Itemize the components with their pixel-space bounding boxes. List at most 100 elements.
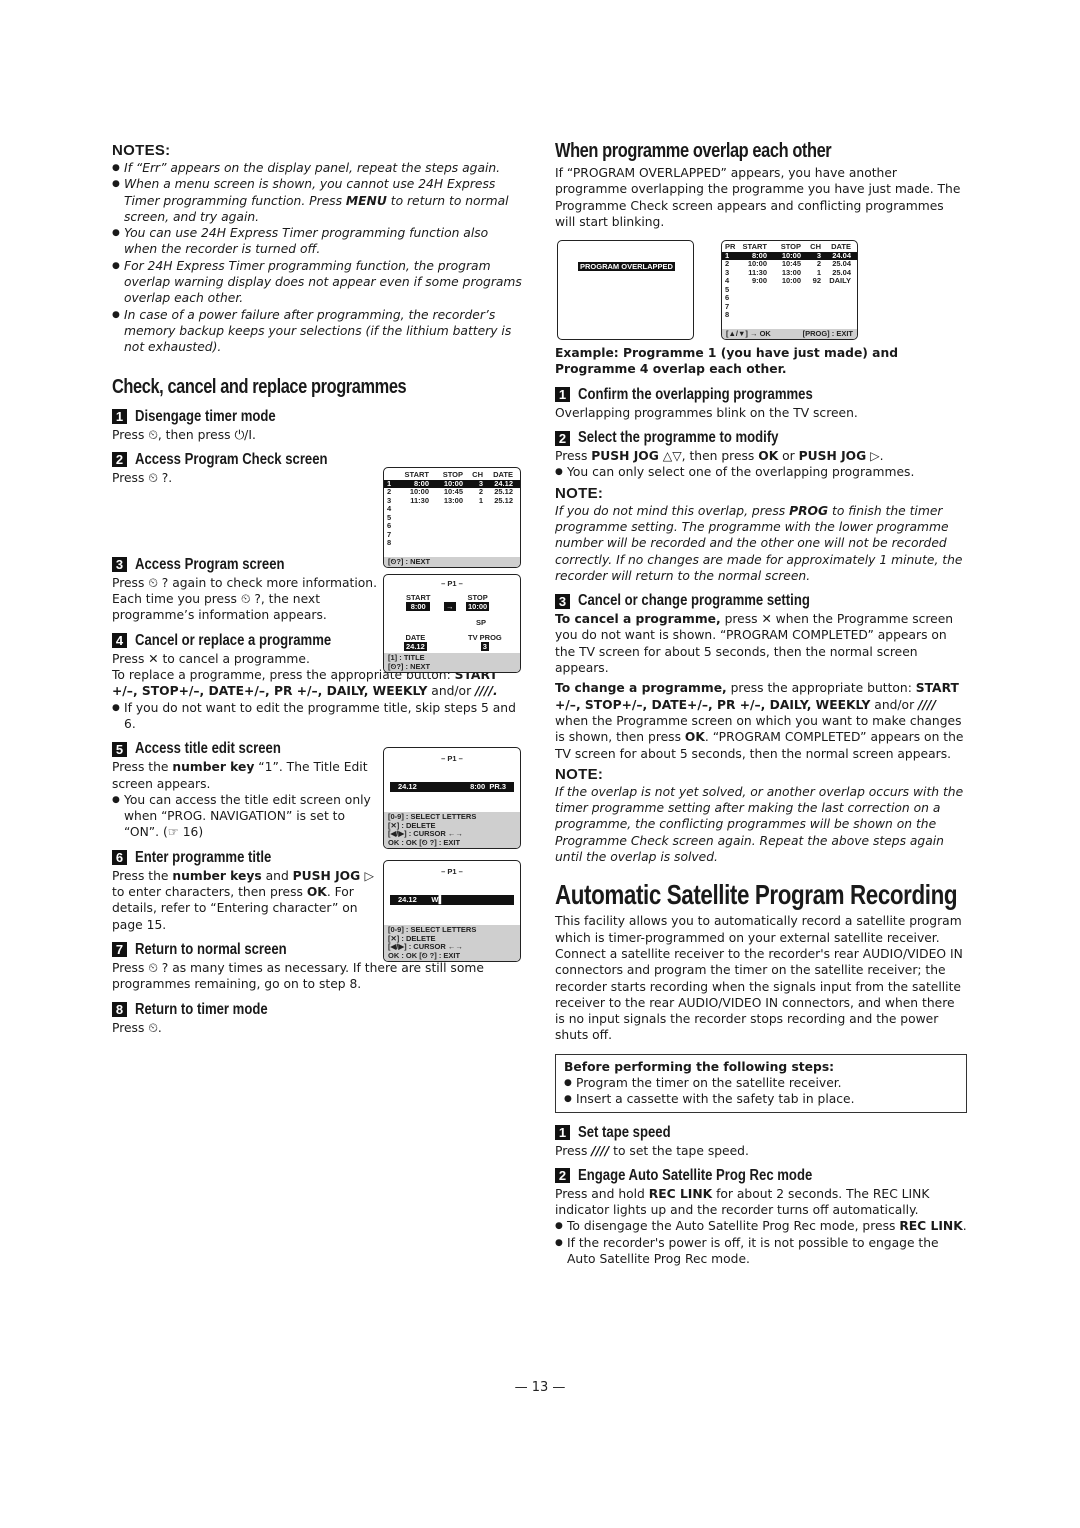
- table-cell: 9:00: [751, 276, 767, 285]
- table-cell: [429, 539, 463, 548]
- screen-footer: [▲/▼] → OK [PROG] : EXIT: [722, 328, 857, 339]
- key-name: OK: [684, 730, 705, 745]
- table-cell: 1: [478, 495, 483, 505]
- note-heading: NOTE:: [555, 484, 604, 502]
- table-row: 4 9:00 10:00 92 DAILY: [722, 276, 857, 286]
- step-title: Cancel or replace a programme: [135, 631, 332, 649]
- bullet-item: To disengage the Auto Satellite Prog Rec…: [555, 1218, 967, 1235]
- table-cell: 8: [725, 310, 730, 319]
- table-row: 6: [722, 293, 857, 303]
- table-row: 4: [384, 504, 520, 514]
- table-cell: [483, 539, 513, 548]
- table-cell: [483, 522, 513, 531]
- key-name: number key: [172, 760, 255, 775]
- step-number: 2: [555, 1168, 570, 1184]
- table-cell: [399, 531, 429, 540]
- table-cell: [801, 286, 821, 295]
- text: to enter characters, then press: [112, 885, 307, 900]
- bullet-item: You can only select one of the overlappi…: [555, 464, 967, 481]
- step-number: 2: [555, 430, 570, 446]
- before-steps-box: Before performing the following steps: P…: [555, 1053, 967, 1113]
- page-number: — 13 —: [514, 1380, 566, 1395]
- overlap-step-2-bullets: You can only select one of the overlappi…: [555, 464, 967, 481]
- program-check-screen: START STOP CH DATE 1 8:00 10:00 3 24.12 2 10:00 10:…: [383, 467, 521, 568]
- bullet-item: Insert a cassette with the safety tab in…: [564, 1091, 958, 1108]
- arrow-icon: →: [444, 602, 456, 611]
- step-1-heading: 1 Disengage timer mode: [112, 407, 524, 427]
- table-cell: [429, 531, 463, 540]
- step-number: 1: [112, 409, 127, 425]
- step-number: 6: [112, 850, 127, 866]
- step-8-heading: 8 Return to timer mode: [112, 1000, 524, 1020]
- screen-footer: [0-9] : SELECT LETTERS [✕] : DELETE [◀/▶…: [384, 925, 520, 961]
- key-name: OK: [306, 885, 327, 900]
- table-cell: [767, 303, 801, 312]
- program-overlapped-label: PROGRAM OVERLAPPED: [578, 262, 675, 271]
- table-cell: [483, 505, 513, 514]
- footer-line: [⏲?] : NEXT: [388, 661, 431, 671]
- step-title: Disengage timer mode: [135, 407, 276, 425]
- step-4-bullets: If you do not want to edit the programme…: [112, 700, 524, 733]
- notes-list: If “Err” appears on the display panel, r…: [112, 160, 524, 356]
- step-number: 1: [555, 387, 570, 403]
- sat-step-1-heading: 1 Set tape speed: [555, 1123, 967, 1143]
- step-number: 3: [555, 593, 570, 609]
- step-title: Engage Auto Satellite Prog Rec mode: [578, 1166, 813, 1184]
- overlap-tv-screen: PROGRAM OVERLAPPED: [557, 240, 694, 340]
- step-5-bullets: You can access the title edit screen onl…: [112, 792, 374, 841]
- table-cell: [399, 539, 429, 548]
- table-row: 6: [384, 521, 520, 531]
- table-cell: [483, 514, 513, 523]
- key-name: PROG: [789, 503, 829, 518]
- text: Press the: [112, 760, 173, 775]
- step-8-text: Press ⏲.: [112, 1020, 162, 1035]
- screen-title: – P1 –: [441, 867, 463, 876]
- screen-footer: [⏲?] : NEXT: [384, 556, 520, 567]
- footer-line: OK : OK [⏲ ?] : EXIT: [388, 837, 461, 847]
- start-value: 8:00: [406, 602, 431, 611]
- step-number: 1: [555, 1125, 570, 1141]
- key-name: REC LINK: [899, 1219, 963, 1234]
- table-cell: [767, 294, 801, 303]
- bullet-item: If the recorder's power is off, it is no…: [555, 1235, 967, 1268]
- text: to set the tape speed.: [609, 1143, 749, 1158]
- note-text: If the overlap is not yet solved, or ano…: [555, 784, 964, 865]
- overlap-step-1-text: Overlapping programmes blink on the TV s…: [555, 405, 858, 420]
- footer-right: [PROG] : EXIT: [802, 328, 853, 338]
- menu-key: MENU: [345, 193, 387, 208]
- date-field: DATE 24.12: [404, 633, 427, 651]
- screen-footer: [0-9] : SELECT LETTERS [✕] : DELETE [◀/▶…: [384, 812, 520, 848]
- table-cell: [399, 505, 429, 514]
- table-cell: [737, 286, 767, 295]
- note-item: For 24H Express Timer programming functi…: [112, 258, 524, 307]
- overlap-check-screen: PR START STOP CH DATE 1 8:00 10:00 3 24.04 2 10:00 1…: [721, 240, 858, 340]
- step-number: 3: [112, 557, 127, 573]
- table-cell: [737, 294, 767, 303]
- table-row: 5: [722, 285, 857, 295]
- notes-heading: NOTES:: [112, 142, 171, 159]
- table-cell: [429, 505, 463, 514]
- title-bar: 24.12 W▌: [390, 895, 514, 905]
- section-title-satellite: Automatic Satellite Program Recording: [555, 879, 958, 911]
- step-number: 4: [112, 633, 127, 649]
- table-cell: [399, 514, 429, 523]
- step-number: 7: [112, 942, 127, 958]
- stop-label: STOP: [467, 593, 488, 602]
- table-row: 7: [722, 302, 857, 312]
- text: press the appropriate button:: [726, 681, 916, 696]
- step-title: Return to timer mode: [135, 1000, 268, 1018]
- step-title: Select the programme to modify: [578, 429, 779, 447]
- text: Press the: [112, 868, 173, 883]
- label: To change a programme,: [555, 681, 727, 696]
- tvprog-label: TV PROG: [468, 633, 502, 642]
- date-value: 24.12: [404, 642, 427, 651]
- overlap-check-table: PR START STOP CH DATE 1 8:00 10:00 3 24.04 2 10:00 1…: [722, 241, 857, 320]
- table-cell: [737, 303, 767, 312]
- step-number: 8: [112, 1002, 127, 1017]
- sat-step-2-heading: 2 Engage Auto Satellite Prog Rec mode: [555, 1166, 967, 1186]
- table-cell: [767, 286, 801, 295]
- screen-title: – P1 –: [441, 579, 463, 588]
- section-title-overlap: When programme overlap each other: [555, 140, 832, 162]
- text: If you do not mind this overlap, press: [555, 503, 790, 518]
- step-2-text: Press ⏲ ?.: [112, 470, 173, 485]
